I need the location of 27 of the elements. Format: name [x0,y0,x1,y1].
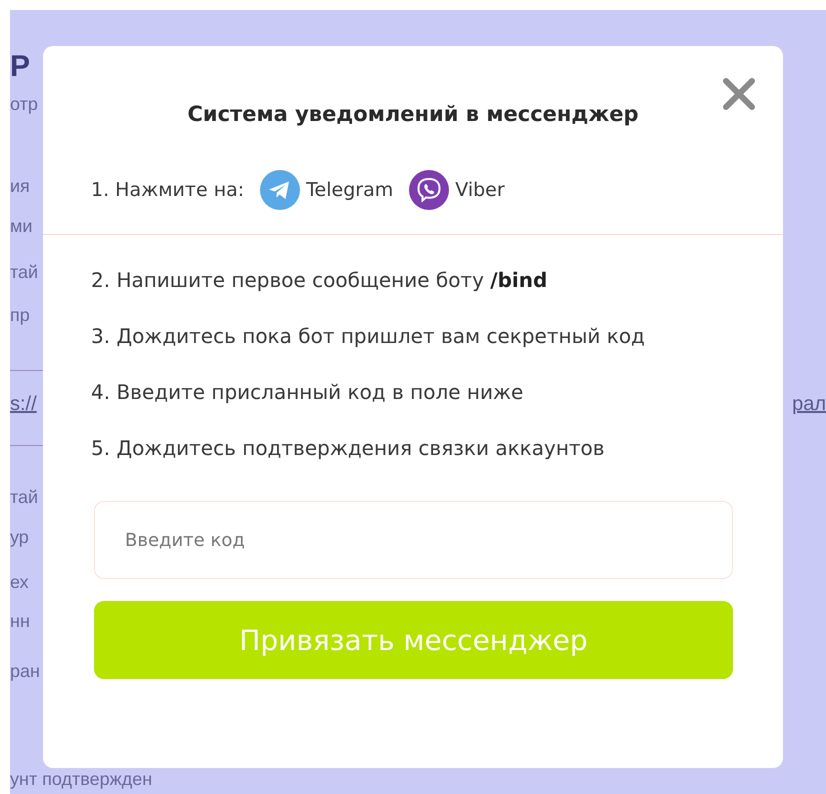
viber-icon [409,170,450,210]
page-text: нн [10,611,30,632]
close-button[interactable] [721,76,757,112]
page-text: ех [10,572,29,593]
telegram-icon [260,170,300,210]
step-text: 1. Нажмите на: [91,179,244,201]
page-text: пр [10,305,30,326]
step-text: 5. Дождитесь подтверждения связки аккаунтов [91,435,606,462]
close-icon [721,76,757,112]
page-text: ия [10,176,30,197]
link-text[interactable]: s:// [10,392,37,416]
code-input-field[interactable]: Введите код [94,501,733,579]
page-text: тай [10,487,38,508]
page-text: унт подтвержден [10,768,152,790]
page-text: ур [10,527,29,548]
page-text: тай [10,262,38,284]
page-text: ми [10,216,32,237]
page-text: отр [10,94,38,116]
step-text: 3. Дождитесь пока бот пришлет вам секретный код [91,323,646,350]
step-text: 4. Введите присланный код в поле ниже [91,379,524,406]
messenger-link[interactable]: Viber [409,170,505,210]
page-heading: Р [10,50,30,84]
link[interactable]: рал [792,392,826,416]
messenger-link[interactable]: Telegram [260,170,394,210]
dialog-title: Система уведомлений в мессенджер [187,102,639,126]
page-text: ран [10,661,40,682]
step-text: 2. Напишите первое сообщение боту /bind [91,267,548,294]
